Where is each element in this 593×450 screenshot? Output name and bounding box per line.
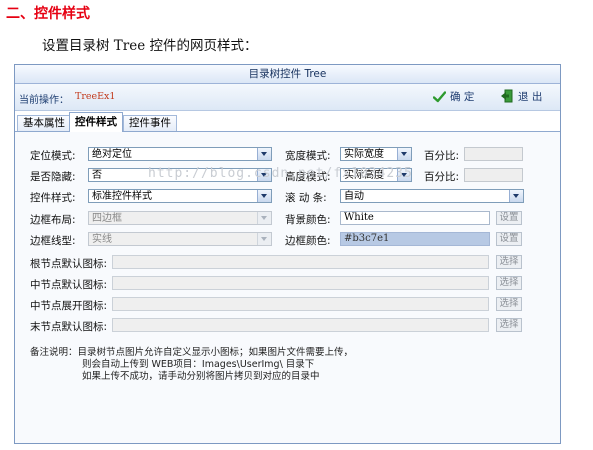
exit-door-icon (501, 89, 513, 103)
border-color-set-button[interactable]: 设置 (496, 232, 522, 246)
mid-icon-label: 中节点默认图标: (30, 279, 108, 291)
current-operation-label: 当前操作： (19, 95, 69, 106)
height-mode-label: 高度模式: (285, 171, 331, 183)
border-color-input[interactable]: #b3c7e1 (340, 232, 490, 246)
note-line-3: 如果上传不成功，请手动分别将图片拷贝到对应的目录中 (82, 371, 320, 382)
leaf-icon-label: 末节点默认图标: (30, 321, 108, 333)
tab-control-events[interactable]: 控件事件 (123, 115, 177, 131)
mid-icon-input[interactable] (112, 276, 489, 290)
width-mode-label: 宽度模式: (285, 150, 331, 162)
checkmark-icon (432, 91, 447, 103)
ok-button[interactable]: 确 定 (432, 89, 475, 105)
chevron-down-icon (397, 148, 411, 160)
control-style-label: 控件样式: (30, 192, 76, 204)
mid-icon-select-button[interactable]: 选择 (496, 276, 522, 290)
scrollbar-label: 滚 动 条: (285, 192, 327, 204)
bg-color-set-button[interactable]: 设置 (496, 211, 522, 225)
tab-basic-properties[interactable]: 基本属性 (17, 115, 71, 131)
width-mode-select[interactable]: 实际宽度 (340, 147, 412, 161)
width-percent-input[interactable] (464, 147, 523, 161)
border-layout-label: 边框布局: (30, 214, 76, 226)
tab-content: 定位模式: 绝对定位 宽度模式: 实际宽度 百分比: 是否隐藏: 否 高度模式:… (15, 132, 560, 443)
hidden-label: 是否隐藏: (30, 171, 76, 183)
root-icon-input[interactable] (112, 255, 489, 269)
chevron-down-icon (257, 233, 271, 245)
control-style-value: 标准控件样式 (92, 191, 152, 202)
chevron-down-icon (509, 190, 523, 202)
height-mode-select[interactable]: 实际高度 (340, 168, 412, 182)
tab-control-style[interactable]: 控件样式 (69, 112, 123, 132)
tree-control-dialog: 目录树控件 Tree 当前操作： TreeEx1 确 定 退 出 基本属性 控件… (14, 64, 561, 444)
intro-text: 设置目录树 Tree 控件的网页样式： (42, 38, 258, 54)
leaf-icon-select-button[interactable]: 选择 (496, 318, 522, 332)
height-mode-value: 实际高度 (344, 170, 384, 181)
ok-label: 确 定 (450, 91, 475, 103)
position-mode-label: 定位模式: (30, 150, 76, 162)
current-operation-value: TreeEx1 (75, 91, 116, 102)
chevron-down-icon (257, 190, 271, 202)
border-layout-select[interactable]: 四边框 (88, 211, 272, 225)
border-layout-value: 四边框 (92, 213, 122, 224)
scrollbar-select[interactable]: 自动 (340, 189, 524, 203)
border-color-label: 边框颜色: (285, 235, 331, 247)
control-style-select[interactable]: 标准控件样式 (88, 189, 272, 203)
chevron-down-icon (257, 169, 271, 181)
border-line-value: 实线 (92, 234, 112, 245)
height-percent-input[interactable] (464, 168, 523, 182)
chevron-down-icon (257, 148, 271, 160)
border-line-select[interactable]: 实线 (88, 232, 272, 246)
window-title: 目录树控件 Tree (15, 65, 560, 84)
chevron-down-icon (397, 169, 411, 181)
bg-color-input[interactable]: White (340, 211, 490, 225)
hidden-value: 否 (92, 170, 102, 181)
tab-bar: 基本属性 控件样式 控件事件 (15, 112, 560, 132)
hidden-select[interactable]: 否 (88, 168, 272, 182)
root-icon-select-button[interactable]: 选择 (496, 255, 522, 269)
leaf-icon-input[interactable] (112, 318, 489, 332)
exit-label: 退 出 (518, 91, 543, 103)
position-mode-select[interactable]: 绝对定位 (88, 147, 272, 161)
width-percent-label: 百分比: (424, 150, 460, 162)
section-heading: 二、控件样式 (6, 6, 90, 22)
toolbar: 当前操作： TreeEx1 确 定 退 出 (15, 84, 560, 111)
mid-open-icon-label: 中节点展开图标: (30, 300, 108, 312)
chevron-down-icon (257, 212, 271, 224)
root-icon-label: 根节点默认图标: (30, 258, 108, 270)
exit-button[interactable]: 退 出 (500, 89, 542, 105)
mid-open-icon-input[interactable] (112, 297, 489, 311)
height-percent-label: 百分比: (424, 171, 460, 183)
scrollbar-value: 自动 (344, 191, 364, 202)
border-line-label: 边框线型: (30, 235, 76, 247)
position-mode-value: 绝对定位 (92, 149, 132, 160)
bg-color-label: 背景颜色: (285, 214, 331, 226)
mid-open-icon-select-button[interactable]: 选择 (496, 297, 522, 311)
width-mode-value: 实际宽度 (344, 149, 384, 160)
